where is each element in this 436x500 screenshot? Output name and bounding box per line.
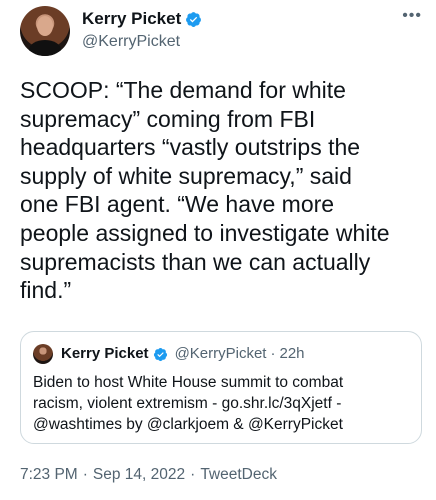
verified-badge-icon — [186, 11, 202, 27]
quoted-tweet-text: Biden to host White House summit to comb… — [33, 374, 344, 433]
author-name-row: Kerry Picket — [82, 9, 202, 29]
avatar-face — [37, 16, 53, 36]
more-options-icon[interactable]: ••• — [402, 8, 422, 24]
quoted-timestamp: 22h — [279, 345, 305, 362]
quoted-separator: · — [270, 345, 276, 362]
author-avatar[interactable] — [20, 6, 70, 56]
author-handle[interactable]: @KerryPicket — [82, 32, 180, 52]
quoted-author-handle: @KerryPicket — [174, 345, 267, 362]
footer-separator: · — [190, 466, 196, 483]
tweet-card: Kerry Picket @KerryPicket ••• SCOOP: “Th… — [0, 0, 436, 500]
quoted-tweet-header: Kerry Picket @KerryPicket · 22h — [61, 345, 305, 363]
quoted-verified-badge-icon — [153, 347, 167, 361]
tweet-date[interactable]: Sep 14, 2022 — [93, 465, 185, 485]
quoted-tweet[interactable]: Kerry Picket @KerryPicket · 22h Biden to… — [20, 331, 422, 444]
tweet-time[interactable]: 7:23 PM — [20, 465, 78, 485]
tweet-source: TweetDeck — [200, 466, 277, 483]
author-name[interactable]: Kerry Picket — [82, 9, 181, 29]
quoted-author-avatar — [33, 344, 53, 364]
footer-separator: · — [82, 466, 88, 483]
tweet-metadata: 7:23 PM · Sep 14, 2022 · TweetDeck — [20, 465, 277, 485]
tweet-text: SCOOP: “The demand for white supremacy” … — [20, 77, 390, 304]
avatar-body — [29, 40, 61, 56]
quoted-author-name: Kerry Picket — [61, 345, 149, 362]
